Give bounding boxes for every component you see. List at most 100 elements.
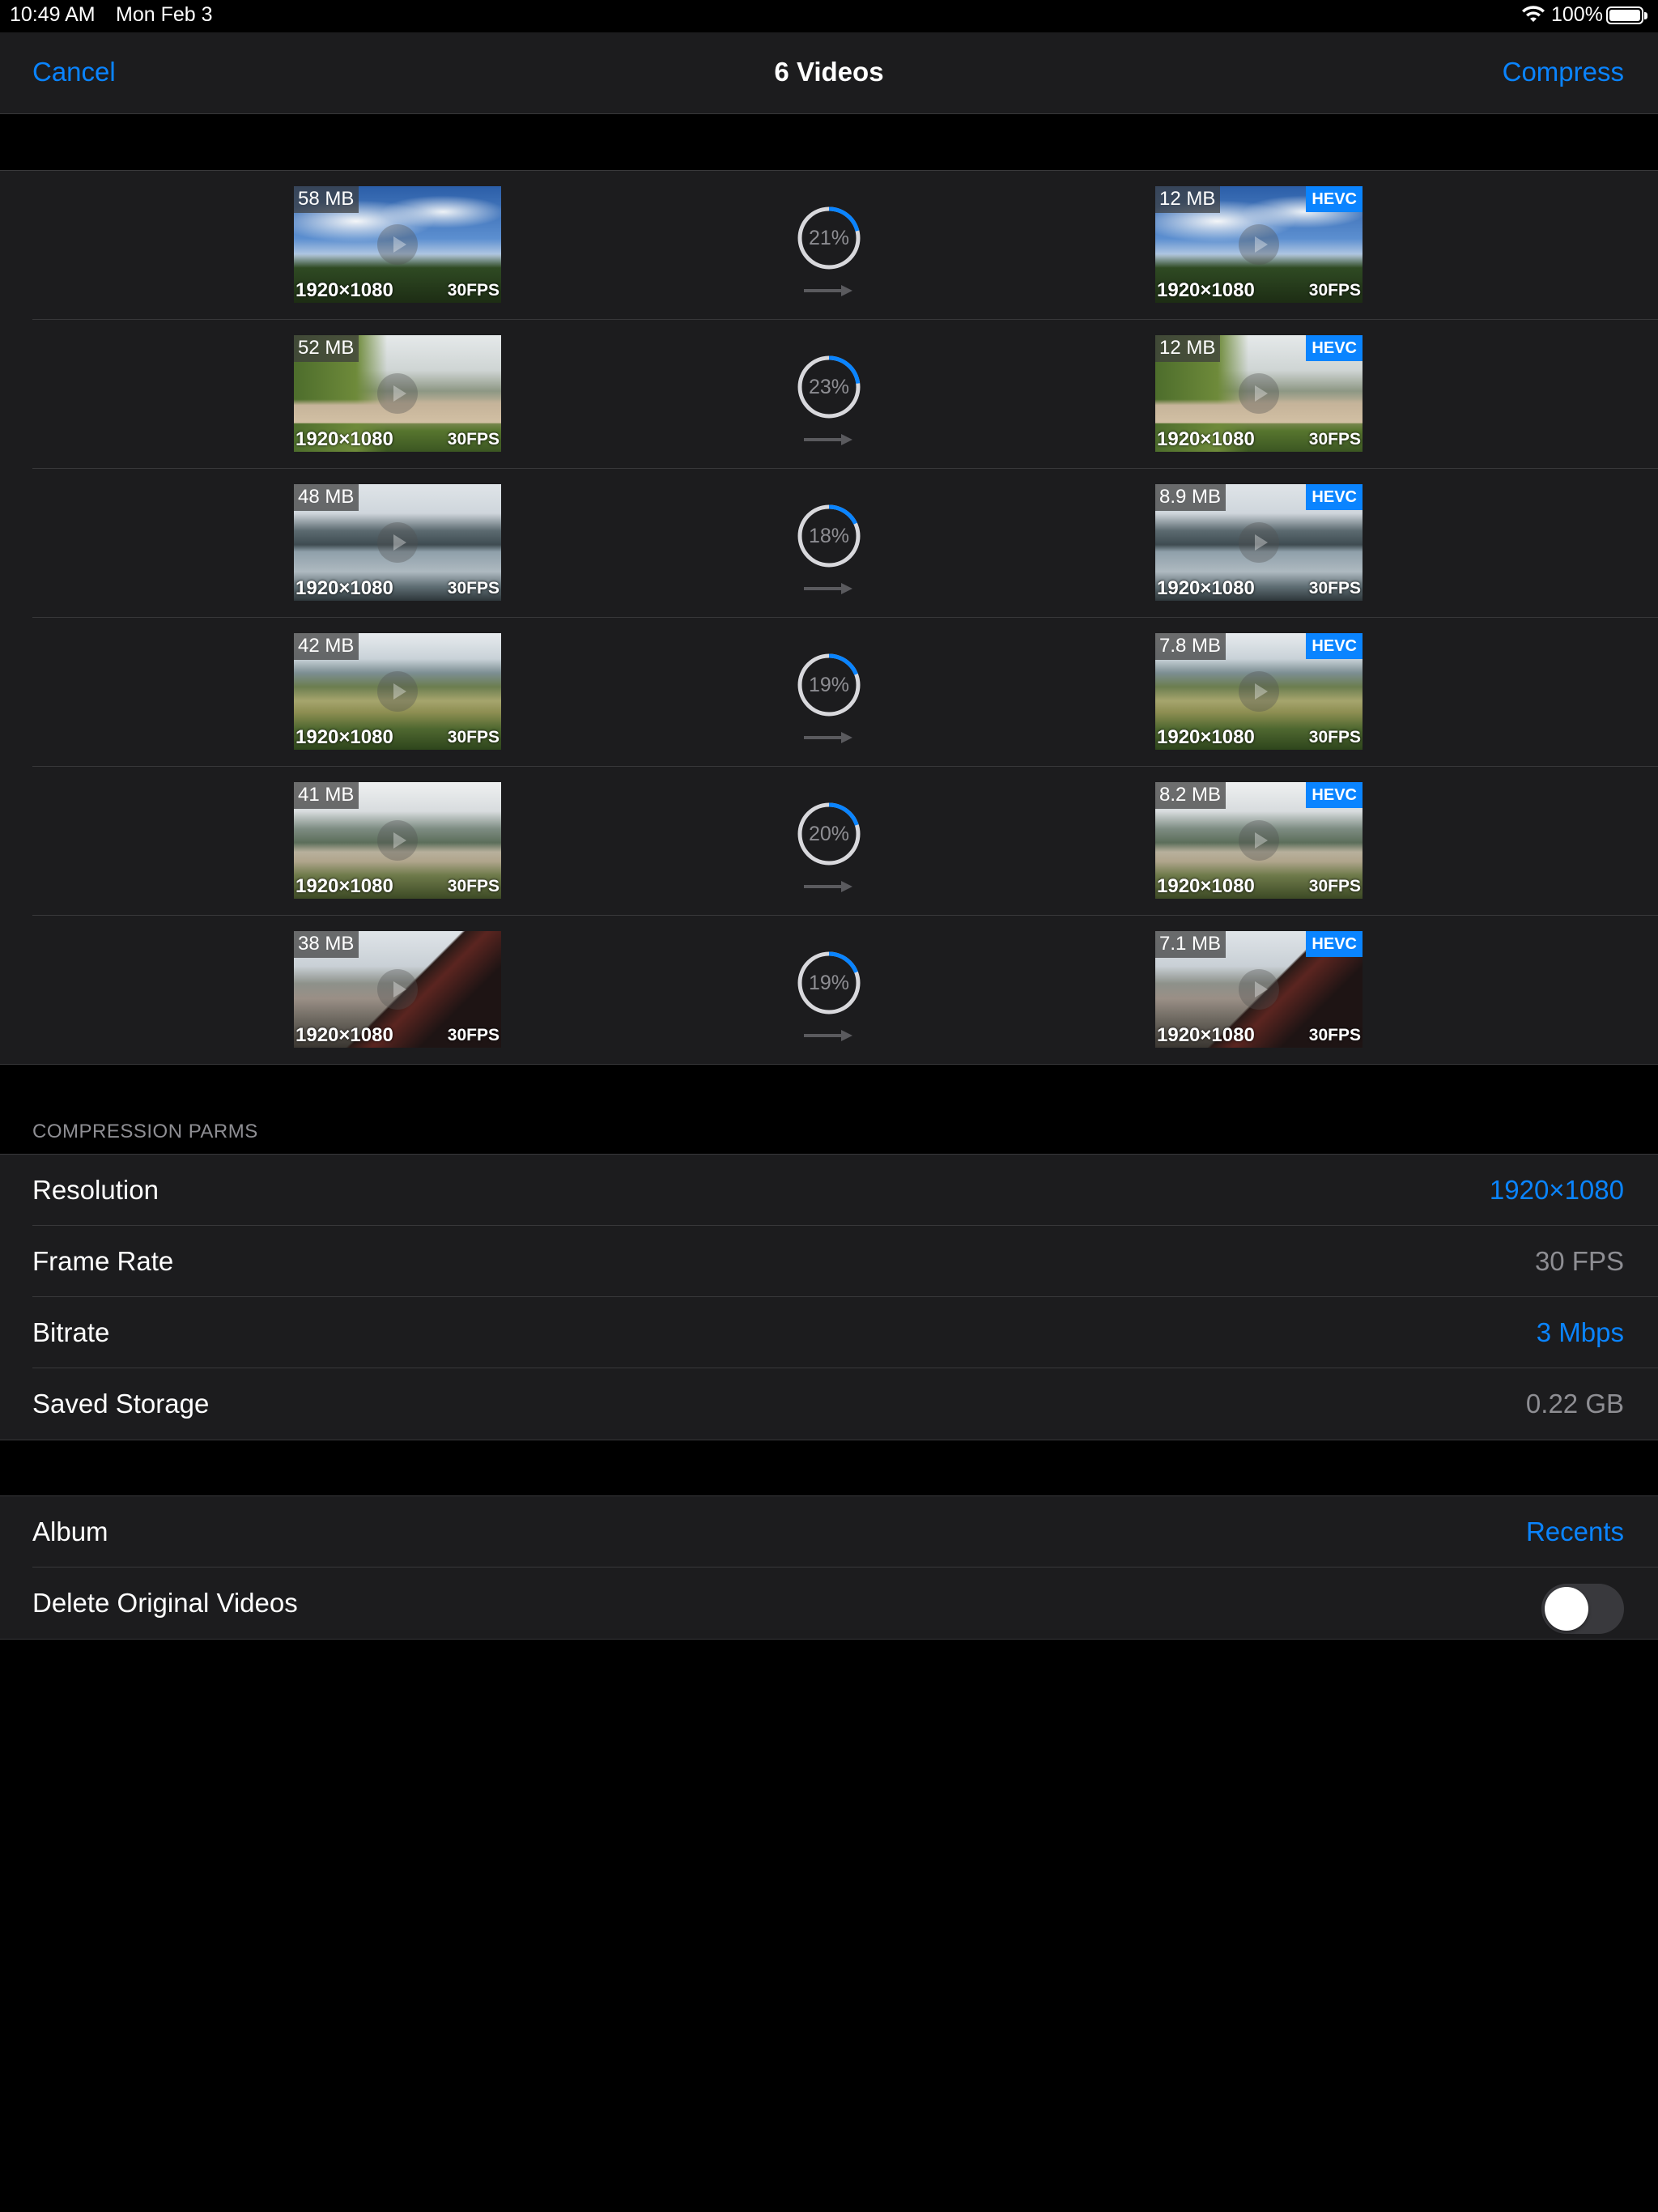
video-row: 41 MB 1920×1080 30FPS 20% 8.2 MB HEVC 19… (0, 767, 1658, 916)
resolution-label: 1920×1080 (295, 726, 393, 748)
compressed-size-label: 7.1 MB (1155, 931, 1226, 958)
compression-params-table: Resolution 1920×1080 Frame Rate 30 FPS B… (0, 1154, 1658, 1440)
play-icon (1239, 522, 1279, 563)
play-icon (1239, 969, 1279, 1010)
fps-label: 30FPS (447, 430, 500, 449)
battery-tip (1644, 12, 1647, 19)
resolution-value[interactable]: 1920×1080 (1490, 1175, 1624, 1206)
video-row: 42 MB 1920×1080 30FPS 19% 7.8 MB HEVC 19… (0, 618, 1658, 767)
album-value[interactable]: Recents (1526, 1516, 1624, 1547)
source-video-thumbnail[interactable]: 48 MB 1920×1080 30FPS (294, 484, 501, 601)
compressed-video-thumbnail[interactable]: 8.2 MB HEVC 1920×1080 30FPS (1155, 782, 1363, 899)
source-video-thumbnail[interactable]: 38 MB 1920×1080 30FPS (294, 931, 501, 1048)
compress-button[interactable]: Compress (1503, 57, 1624, 87)
compressed-size-label: 7.8 MB (1155, 633, 1226, 660)
source-size-label: 41 MB (294, 782, 359, 809)
compression-progress: 20% (796, 801, 862, 867)
play-icon (377, 820, 418, 861)
arrow-right-icon (804, 732, 852, 743)
compressed-size-label: 12 MB (1155, 186, 1221, 213)
progress-percent: 18% (808, 525, 850, 547)
arrow-right-icon (804, 1030, 852, 1041)
compressed-size-label: 12 MB (1155, 335, 1221, 362)
saved-storage-value: 0.22 GB (1525, 1389, 1624, 1419)
source-size-label: 42 MB (294, 633, 359, 660)
album-label: Album (32, 1516, 108, 1546)
video-row: 58 MB 1920×1080 30FPS 21% 12 MB HEVC 192… (0, 171, 1658, 320)
fps-label: 30FPS (447, 877, 500, 895)
bitrate-value[interactable]: 3 Mbps (1537, 1317, 1624, 1348)
page-title: 6 Videos (774, 57, 884, 87)
compressed-size-label: 8.2 MB (1155, 782, 1226, 809)
codec-badge: HEVC (1306, 931, 1363, 957)
resolution-label: 1920×1080 (295, 1024, 393, 1046)
battery-icon (1606, 6, 1643, 24)
compression-progress: 19% (796, 652, 862, 718)
source-size-label: 48 MB (294, 484, 359, 511)
video-row: 48 MB 1920×1080 30FPS 18% 8.9 MB HEVC 19… (0, 469, 1658, 618)
nav-bar: Cancel 6 Videos Compress (0, 32, 1658, 114)
compression-progress: 19% (796, 950, 862, 1016)
source-video-thumbnail[interactable]: 58 MB 1920×1080 30FPS (294, 186, 501, 303)
compressed-video-thumbnail[interactable]: 7.8 MB HEVC 1920×1080 30FPS (1155, 633, 1363, 750)
delete-originals-toggle[interactable] (1541, 1584, 1624, 1634)
codec-badge: HEVC (1306, 633, 1363, 659)
progress-percent: 23% (808, 376, 850, 398)
codec-badge: HEVC (1306, 186, 1363, 212)
source-video-thumbnail[interactable]: 42 MB 1920×1080 30FPS (294, 633, 501, 750)
compressed-video-thumbnail[interactable]: 12 MB HEVC 1920×1080 30FPS (1155, 186, 1363, 303)
compressed-video-thumbnail[interactable]: 8.9 MB HEVC 1920×1080 30FPS (1155, 484, 1363, 601)
save-options-table: Album Recents Delete Original Videos (0, 1495, 1658, 1640)
fps-label: 30FPS (447, 579, 500, 598)
section-header-compression: COMPRESSION PARMS (32, 1121, 258, 1142)
play-icon (1239, 373, 1279, 414)
album-row[interactable]: Album Recents (0, 1496, 1658, 1568)
resolution-label: 1920×1080 (295, 577, 393, 599)
source-size-label: 52 MB (294, 335, 359, 362)
resolution-label: 1920×1080 (1157, 428, 1255, 450)
source-video-thumbnail[interactable]: 41 MB 1920×1080 30FPS (294, 782, 501, 899)
source-size-label: 58 MB (294, 186, 359, 213)
fps-label: 30FPS (1308, 877, 1361, 895)
source-video-thumbnail[interactable]: 52 MB 1920×1080 30FPS (294, 335, 501, 452)
resolution-label: 1920×1080 (1157, 279, 1255, 301)
compressed-video-thumbnail[interactable]: 12 MB HEVC 1920×1080 30FPS (1155, 335, 1363, 452)
codec-badge: HEVC (1306, 484, 1363, 510)
play-icon (377, 969, 418, 1010)
bitrate-row[interactable]: Bitrate 3 Mbps (0, 1297, 1658, 1368)
battery-percent: 100% (1551, 3, 1603, 26)
codec-badge: HEVC (1306, 335, 1363, 361)
video-list: 58 MB 1920×1080 30FPS 21% 12 MB HEVC 192… (0, 170, 1658, 1065)
frame-rate-label: Frame Rate (32, 1246, 174, 1276)
play-icon (377, 671, 418, 712)
saved-storage-label: Saved Storage (32, 1389, 210, 1419)
compressed-size-label: 8.9 MB (1155, 484, 1226, 511)
resolution-label: 1920×1080 (1157, 1024, 1255, 1046)
resolution-label: 1920×1080 (1157, 875, 1255, 897)
source-size-label: 38 MB (294, 931, 359, 958)
compression-progress: 23% (796, 354, 862, 420)
fps-label: 30FPS (447, 1026, 500, 1044)
video-row: 38 MB 1920×1080 30FPS 19% 7.1 MB HEVC 19… (0, 916, 1658, 1065)
compressed-video-thumbnail[interactable]: 7.1 MB HEVC 1920×1080 30FPS (1155, 931, 1363, 1048)
resolution-label: 1920×1080 (295, 875, 393, 897)
status-date: Mon Feb 3 (116, 3, 213, 26)
arrow-right-icon (804, 434, 852, 445)
frame-rate-value: 30 FPS (1534, 1246, 1624, 1276)
progress-percent: 19% (808, 972, 850, 994)
fps-label: 30FPS (1308, 281, 1361, 300)
play-icon (377, 373, 418, 414)
resolution-label: 1920×1080 (1157, 726, 1255, 748)
compression-progress: 21% (796, 205, 862, 271)
play-icon (1239, 224, 1279, 265)
resolution-row[interactable]: Resolution 1920×1080 (0, 1155, 1658, 1226)
fps-label: 30FPS (1308, 1026, 1361, 1044)
resolution-label: Resolution (32, 1175, 159, 1205)
delete-originals-row: Delete Original Videos (0, 1568, 1658, 1639)
status-bar: 10:49 AM Mon Feb 3 100% (0, 0, 1658, 32)
fps-label: 30FPS (1308, 579, 1361, 598)
resolution-label: 1920×1080 (295, 428, 393, 450)
resolution-label: 1920×1080 (295, 279, 393, 301)
codec-badge: HEVC (1306, 782, 1363, 808)
status-time: 10:49 AM (10, 3, 96, 26)
